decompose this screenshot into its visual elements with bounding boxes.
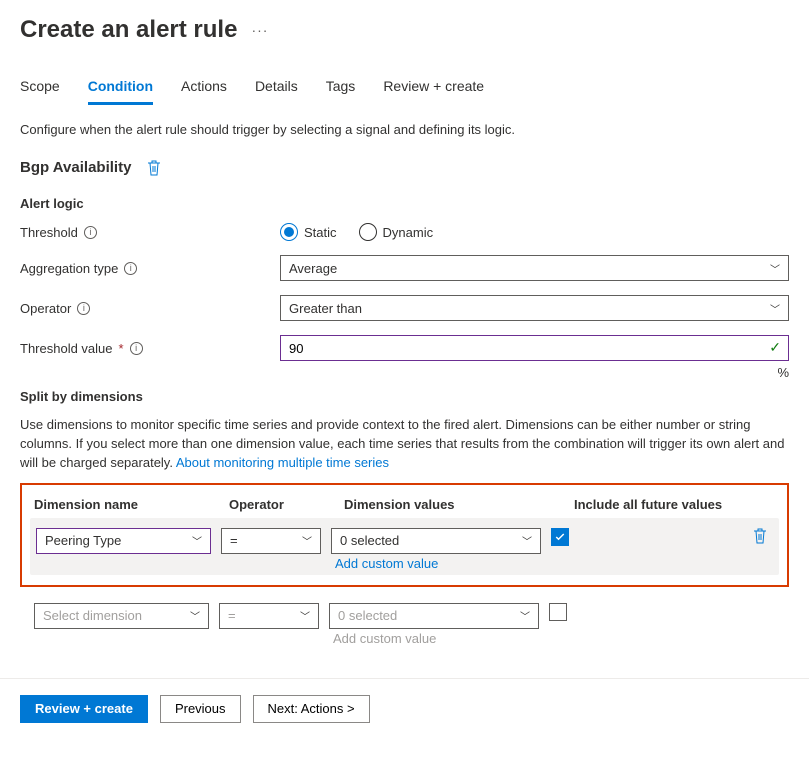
dimension-values-placeholder: 0 selected bbox=[338, 608, 397, 623]
aggregation-label: Aggregation type bbox=[20, 261, 118, 276]
tab-actions[interactable]: Actions bbox=[181, 72, 227, 105]
dimension-values-select-new[interactable]: 0 selected ﹀ bbox=[329, 603, 539, 629]
add-custom-value-disabled: Add custom value bbox=[329, 631, 539, 646]
monitoring-time-series-link[interactable]: About monitoring multiple time series bbox=[176, 455, 389, 470]
threshold-radio-group: Static Dynamic bbox=[280, 223, 789, 241]
delete-dimension-row-icon[interactable] bbox=[753, 528, 773, 547]
dimension-values-select[interactable]: 0 selected ﹀ bbox=[331, 528, 541, 554]
footer-bar: Review + create Previous Next: Actions > bbox=[0, 678, 809, 739]
delete-signal-icon[interactable] bbox=[147, 160, 161, 176]
tab-review-create[interactable]: Review + create bbox=[383, 72, 484, 105]
dimension-highlighted-box: Dimension name Operator Dimension values… bbox=[20, 483, 789, 587]
info-icon[interactable]: i bbox=[84, 226, 97, 239]
chevron-down-icon: ﹀ bbox=[522, 533, 532, 548]
chevron-down-icon: ﹀ bbox=[770, 301, 780, 316]
aggregation-value: Average bbox=[289, 261, 337, 276]
info-icon[interactable]: i bbox=[124, 262, 137, 275]
chevron-down-icon: ﹀ bbox=[190, 608, 200, 623]
alert-logic-label: Alert logic bbox=[20, 196, 789, 211]
dimension-name-select[interactable]: Peering Type ﹀ bbox=[36, 528, 211, 554]
aggregation-select[interactable]: Average ﹀ bbox=[280, 255, 789, 281]
tab-bar: Scope Condition Actions Details Tags Rev… bbox=[20, 72, 789, 106]
chevron-down-icon: ﹀ bbox=[300, 608, 310, 623]
col-header-operator: Operator bbox=[229, 497, 344, 512]
condition-description: Configure when the alert rule should tri… bbox=[20, 122, 789, 137]
chevron-down-icon: ﹀ bbox=[192, 533, 202, 548]
tab-scope[interactable]: Scope bbox=[20, 72, 60, 105]
add-custom-value-link[interactable]: Add custom value bbox=[331, 556, 541, 571]
col-header-include-future: Include all future values bbox=[574, 497, 775, 512]
dimension-operator-select[interactable]: = ﹀ bbox=[221, 528, 321, 554]
required-indicator: * bbox=[119, 341, 124, 356]
threshold-label: Threshold bbox=[20, 225, 78, 240]
threshold-dynamic-radio[interactable]: Dynamic bbox=[359, 223, 434, 241]
dimension-operator-select-new[interactable]: = ﹀ bbox=[219, 603, 319, 629]
chevron-down-icon: ﹀ bbox=[520, 608, 530, 623]
threshold-value-label: Threshold value bbox=[20, 341, 113, 356]
operator-label: Operator bbox=[20, 301, 71, 316]
threshold-value-input[interactable] bbox=[280, 335, 789, 361]
review-create-button[interactable]: Review + create bbox=[20, 695, 148, 723]
next-button[interactable]: Next: Actions > bbox=[253, 695, 370, 723]
threshold-dynamic-label: Dynamic bbox=[383, 225, 434, 240]
operator-value: Greater than bbox=[289, 301, 362, 316]
include-future-checkbox[interactable] bbox=[551, 528, 569, 546]
threshold-static-radio[interactable]: Static bbox=[280, 223, 337, 241]
chevron-down-icon: ﹀ bbox=[302, 533, 312, 548]
previous-button[interactable]: Previous bbox=[160, 695, 241, 723]
selected-signal-name: Bgp Availability bbox=[20, 159, 131, 176]
threshold-unit: % bbox=[777, 365, 789, 380]
chevron-down-icon: ﹀ bbox=[770, 261, 780, 276]
threshold-static-label: Static bbox=[304, 225, 337, 240]
split-desc-text: Use dimensions to monitor specific time … bbox=[20, 417, 784, 470]
operator-select[interactable]: Greater than ﹀ bbox=[280, 295, 789, 321]
dimension-name-placeholder: Select dimension bbox=[43, 608, 142, 623]
info-icon[interactable]: i bbox=[77, 302, 90, 315]
more-actions-icon[interactable]: ··· bbox=[251, 22, 268, 38]
tab-details[interactable]: Details bbox=[255, 72, 298, 105]
col-header-dimension-name: Dimension name bbox=[34, 497, 229, 512]
dimension-name-select-new[interactable]: Select dimension ﹀ bbox=[34, 603, 209, 629]
dimension-operator-value: = bbox=[230, 533, 238, 548]
col-header-dimension-values: Dimension values bbox=[344, 497, 574, 512]
page-title: Create an alert rule bbox=[20, 16, 237, 44]
info-icon[interactable]: i bbox=[130, 342, 143, 355]
dimension-name-value: Peering Type bbox=[45, 533, 121, 548]
dimension-values-value: 0 selected bbox=[340, 533, 399, 548]
tab-condition[interactable]: Condition bbox=[88, 72, 153, 105]
dimension-operator-value: = bbox=[228, 608, 236, 623]
split-description: Use dimensions to monitor specific time … bbox=[20, 416, 789, 473]
valid-check-icon: ✓ bbox=[769, 339, 781, 356]
split-by-dimensions-label: Split by dimensions bbox=[20, 389, 789, 404]
include-future-checkbox-new[interactable] bbox=[549, 603, 567, 621]
tab-tags[interactable]: Tags bbox=[326, 72, 356, 105]
